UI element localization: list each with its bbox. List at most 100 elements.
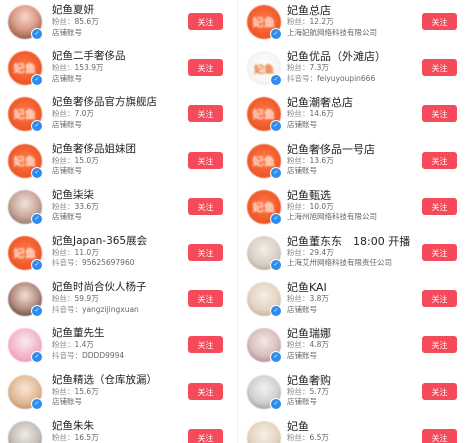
sub-line: 上海妃航网络科技有限公司 — [287, 28, 437, 39]
account-row-right-10[interactable]: ✓ 妃鱼 粉丝：6.5万 店铺账号 关注 — [0, 416, 457, 443]
account-row-right-1[interactable]: 妃鱼 ✓ 妃鱼总店 粉丝：12.2万 上海妃航网络科技有限公司 关注 — [0, 0, 457, 46]
account-info: 妃鱼奢侈品一号店 粉丝：13.6万 店铺账号 — [287, 143, 437, 177]
sub-value: 店铺账号 — [287, 397, 317, 406]
account-info: 妃鱼KAI 粉丝：3.8万 店铺账号 — [287, 281, 437, 315]
verified-badge-icon: ✓ — [270, 166, 282, 179]
fans-line: 粉丝：14.6万 — [287, 109, 437, 120]
sub-line: 店铺账号 — [287, 305, 437, 316]
fans-count: 29.4万 — [309, 247, 334, 257]
fans-count: 7.3万 — [309, 63, 329, 73]
fans-label: 粉丝： — [287, 386, 310, 396]
fans-line: 粉丝：3.8万 — [287, 294, 437, 305]
account-name[interactable]: 妃鱼KAI — [287, 281, 437, 294]
verified-badge-icon: ✓ — [270, 397, 282, 410]
follow-button[interactable]: 关注 — [422, 382, 457, 400]
verified-badge-icon: ✓ — [270, 351, 282, 364]
avatar-container[interactable]: 妃鱼 ✓ — [247, 189, 282, 225]
sub-value: 店铺账号 — [287, 166, 317, 176]
sub-value: 店铺账号 — [287, 119, 317, 129]
account-name[interactable]: 妃鱼奢购 — [287, 374, 437, 387]
fans-count: 14.6万 — [309, 109, 334, 119]
sub-line: 店铺账号 — [287, 397, 437, 408]
account-name[interactable]: 妃鱼甄选 — [287, 189, 437, 202]
account-row-right-5[interactable]: 妃鱼 ✓ 妃鱼甄选 粉丝：10.0万 上海州旭网络科技有限公司 关注 — [0, 185, 457, 231]
sub-value: 店铺账号 — [287, 350, 317, 360]
avatar-container[interactable]: ✓ — [247, 328, 282, 364]
avatar-container[interactable]: 妃鱼 ✓ — [247, 143, 282, 179]
account-name[interactable]: 妃鱼总店 — [287, 4, 437, 17]
account-name[interactable]: 妃鱼 — [287, 420, 437, 433]
results-column-right: 妃鱼 ✓ 妃鱼总店 粉丝：12.2万 上海妃航网络科技有限公司 关注 妃鱼 ✓ … — [237, 0, 474, 443]
fans-count: 4.8万 — [309, 340, 329, 350]
sub-value: 上海州旭网络科技有限公司 — [287, 212, 377, 222]
account-info: 妃鱼总店 粉丝：12.2万 上海妃航网络科技有限公司 — [287, 4, 437, 38]
follow-button[interactable]: 关注 — [422, 151, 457, 169]
avatar-container[interactable]: 妃鱼 ✓ — [247, 97, 282, 133]
sub-line: 上海艾卅网络科技有限责任公司 — [287, 258, 437, 269]
account-info: 妃鱼潮奢总店 粉丝：14.6万 店铺账号 — [287, 96, 437, 130]
fans-line: 粉丝：29.4万 — [287, 248, 437, 259]
sub-line: 店铺账号 — [287, 120, 437, 131]
sub-value: 店铺账号 — [287, 304, 317, 314]
fans-line: 粉丝：12.2万 — [287, 17, 437, 28]
fans-line: 粉丝：5.7万 — [287, 387, 437, 398]
sub-value: 上海艾卅网络科技有限责任公司 — [287, 258, 392, 268]
account-row-right-8[interactable]: ✓ 妃鱼瑞娜 粉丝：4.8万 店铺账号 关注 — [0, 323, 457, 369]
fans-line: 粉丝：13.6万 — [287, 156, 437, 167]
fans-line: 粉丝：6.5万 — [287, 433, 437, 443]
fans-label: 粉丝： — [287, 109, 310, 119]
avatar-container[interactable]: ✓ — [247, 420, 281, 443]
verified-badge-icon: ✓ — [270, 258, 282, 271]
fans-count: 10.0万 — [309, 201, 334, 211]
fans-line: 粉丝：4.8万 — [287, 340, 437, 351]
account-row-right-9[interactable]: ✓ 妃鱼奢购 粉丝：5.7万 店铺账号 关注 — [0, 370, 457, 416]
account-name[interactable]: 妃鱼优品（外滩店） — [287, 50, 437, 63]
account-list-right: 妃鱼 ✓ 妃鱼总店 粉丝：12.2万 上海妃航网络科技有限公司 关注 妃鱼 ✓ … — [0, 0, 457, 443]
follow-button[interactable]: 关注 — [422, 105, 457, 123]
account-row-right-7[interactable]: ✓ 妃鱼KAI 粉丝：3.8万 店铺账号 关注 — [0, 277, 457, 323]
follow-button[interactable]: 关注 — [422, 428, 457, 443]
follow-button[interactable]: 关注 — [422, 13, 457, 30]
fans-count: 13.6万 — [309, 155, 334, 165]
account-name[interactable]: 妃鱼潮奢总店 — [287, 96, 437, 109]
account-name[interactable]: 妃鱼奢侈品一号店 — [287, 143, 437, 156]
account-row-right-2[interactable]: 妃鱼 ✓ 妃鱼优品（外滩店） 粉丝：7.3万 抖音号：feiyuyoupin66… — [0, 46, 457, 92]
fans-label: 粉丝： — [287, 155, 310, 165]
follow-button[interactable]: 关注 — [422, 59, 457, 77]
account-info: 妃鱼优品（外滩店） 粉丝：7.3万 抖音号：feiyuyoupin666 — [287, 50, 437, 84]
follow-button[interactable]: 关注 — [422, 197, 457, 215]
fans-line: 粉丝：7.3万 — [287, 63, 437, 74]
avatar-container[interactable]: 妃鱼 ✓ — [247, 5, 282, 40]
account-row-right-6[interactable]: ✓ 妃鱼董东东 18:00 开播 粉丝：29.4万 上海艾卅网络科技有限责任公司… — [0, 231, 457, 277]
sub-line: 抖音号：feiyuyoupin666 — [287, 74, 437, 85]
avatar-container[interactable]: 妃鱼 ✓ — [247, 51, 282, 87]
avatar-container[interactable]: ✓ — [247, 235, 282, 271]
follow-button[interactable]: 关注 — [422, 243, 457, 261]
verified-badge-icon: ✓ — [270, 28, 282, 40]
account-info: 妃鱼 粉丝：6.5万 店铺账号 — [287, 420, 437, 443]
avatar-container[interactable]: ✓ — [247, 282, 282, 318]
fans-label: 粉丝： — [287, 340, 310, 350]
verified-badge-icon: ✓ — [270, 120, 282, 133]
fans-count: 12.2万 — [309, 17, 334, 26]
person-photo-avatar[interactable] — [247, 420, 281, 443]
fans-label: 粉丝： — [287, 432, 310, 442]
follow-button[interactable]: 关注 — [422, 290, 457, 308]
verified-badge-icon: ✓ — [270, 212, 282, 225]
account-row-right-3[interactable]: 妃鱼 ✓ 妃鱼潮奢总店 粉丝：14.6万 店铺账号 关注 — [0, 92, 457, 138]
account-name[interactable]: 妃鱼董东东 18:00 开播 — [287, 235, 437, 248]
fans-label: 粉丝： — [287, 17, 310, 26]
fans-count: 3.8万 — [309, 294, 329, 304]
account-row-right-4[interactable]: 妃鱼 ✓ 妃鱼奢侈品一号店 粉丝：13.6万 店铺账号 关注 — [0, 139, 457, 185]
verified-badge-icon: ✓ — [270, 74, 282, 87]
verified-badge-icon: ✓ — [270, 305, 282, 318]
fans-count: 6.5万 — [309, 432, 329, 442]
account-search-results: ✓ 妃鱼夏妍 粉丝：85.6万 店铺账号 关注 妃鱼 ✓ 妃鱼二手奢侈品 粉丝：… — [0, 0, 474, 443]
sub-value: feiyuyoupin666 — [317, 73, 376, 83]
fans-label: 粉丝： — [287, 201, 310, 211]
fans-label: 粉丝： — [287, 247, 310, 257]
account-name[interactable]: 妃鱼瑞娜 — [287, 327, 437, 340]
account-info: 妃鱼甄选 粉丝：10.0万 上海州旭网络科技有限公司 — [287, 189, 437, 223]
follow-button[interactable]: 关注 — [422, 336, 457, 354]
avatar-container[interactable]: ✓ — [247, 374, 282, 410]
